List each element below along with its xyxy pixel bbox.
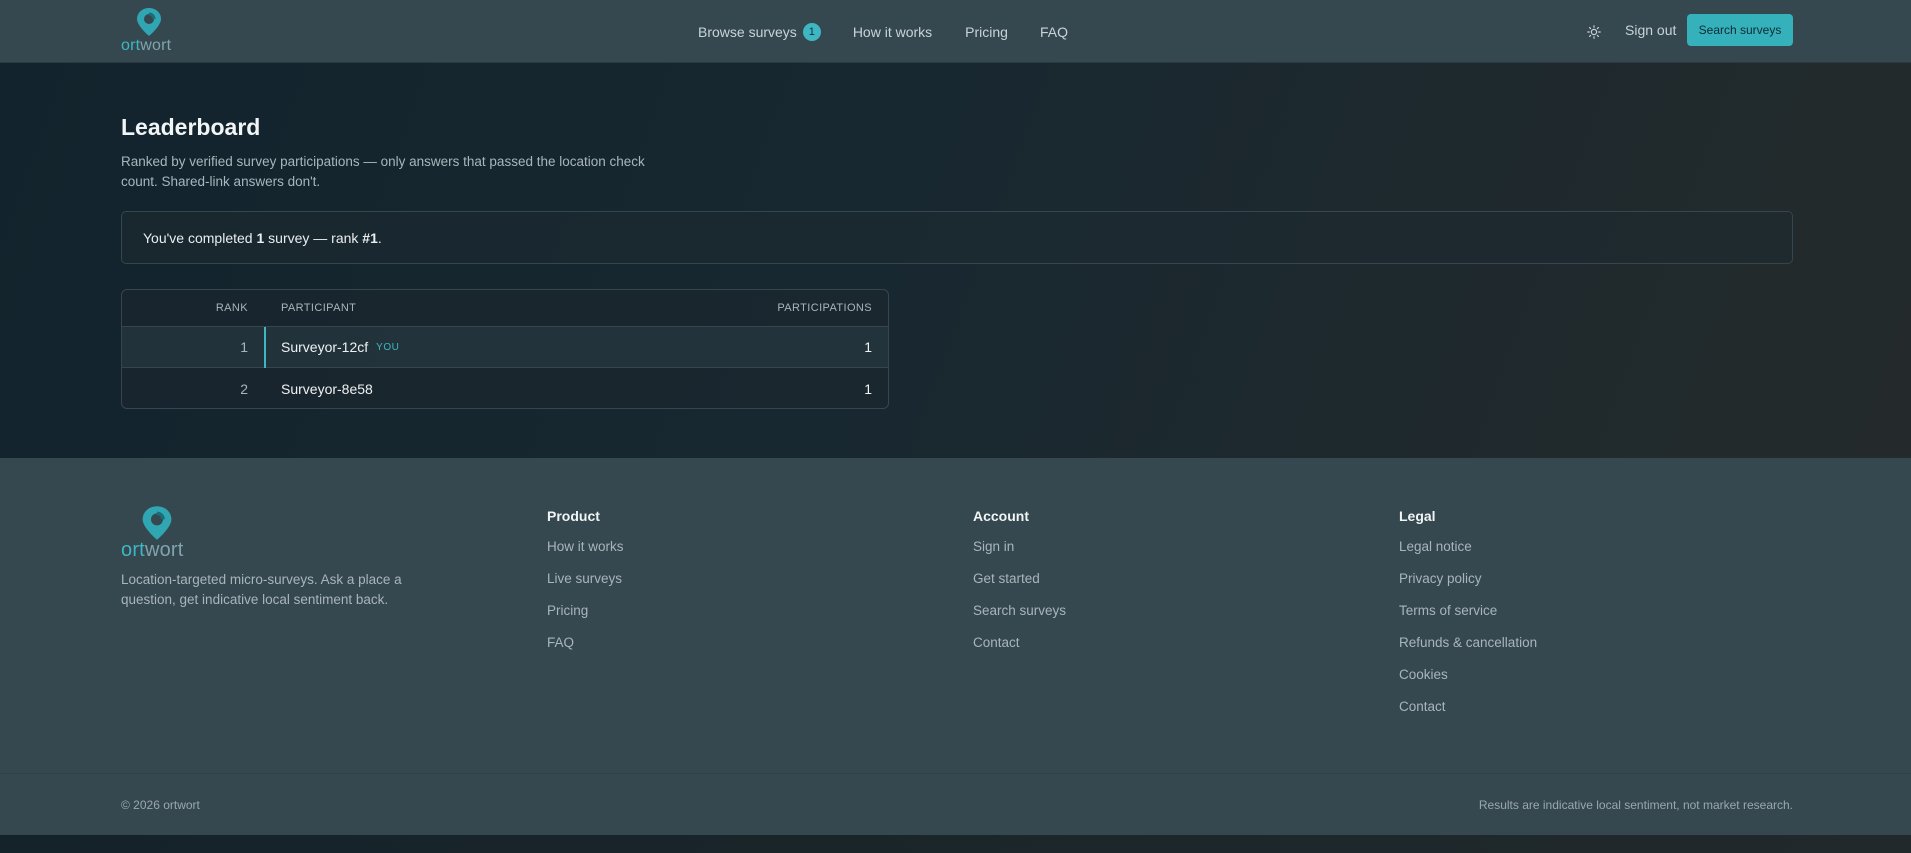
footer-logo-text-part2: wort <box>144 539 184 561</box>
footer-link-refunds[interactable]: Refunds & cancellation <box>1399 634 1537 666</box>
rank-summary-count: 1 <box>256 229 265 246</box>
footer-link-how-it-works[interactable]: How it works <box>547 538 624 570</box>
footer-link-legal-notice[interactable]: Legal notice <box>1399 538 1537 570</box>
footer-link-sign-in[interactable]: Sign in <box>973 538 1066 570</box>
footer-column-legal: Legal Legal notice Privacy policy Terms … <box>1399 508 1537 730</box>
column-header-participations: PARTICIPATIONS <box>777 302 872 314</box>
page-subtitle: Ranked by verified survey participations… <box>121 154 645 189</box>
logo[interactable]: ortwort <box>121 7 181 55</box>
logo-text-part1: ort <box>121 37 141 54</box>
rank-summary-middle: survey — rank <box>264 229 363 246</box>
copyright: © 2026 ortwort <box>121 798 200 812</box>
row-participant: Surveyor-12cf <box>281 339 369 355</box>
sun-icon <box>1587 25 1601 39</box>
column-header-participant: PARTICIPANT <box>281 302 357 314</box>
current-user-indicator <box>264 327 266 368</box>
you-tag: YOU <box>376 341 400 353</box>
footer-link-search-surveys[interactable]: Search surveys <box>973 602 1066 634</box>
table-header: RANK PARTICIPANT PARTICIPATIONS <box>122 290 888 327</box>
footer-tagline: Location-targeted micro-surveys. Ask a p… <box>121 572 402 607</box>
page-title: Leaderboard <box>121 114 261 140</box>
main-content: Leaderboard Ranked by verified survey pa… <box>0 63 1911 458</box>
table-row: 2 Surveyor-8e58 1 <box>122 368 888 408</box>
nav-pricing[interactable]: Pricing <box>965 24 1008 40</box>
footer-column-title: Legal <box>1399 508 1436 524</box>
row-rank: 2 <box>240 380 248 397</box>
footer-link-get-started[interactable]: Get started <box>973 570 1066 602</box>
disclaimer: Results are indicative local sentiment, … <box>1478 798 1793 812</box>
row-participant: Surveyor-8e58 <box>281 380 373 397</box>
browse-count-badge: 1 <box>802 22 821 41</box>
column-header-rank: RANK <box>215 302 248 314</box>
row-participations: 1 <box>864 380 872 397</box>
row-participations: 1 <box>864 339 872 355</box>
footer-column-account: Account Sign in Get started Search surve… <box>973 508 1066 666</box>
site-header: ortwort Browse surveys 1 How it works Pr… <box>0 0 1911 63</box>
rank-summary-rank: #1 <box>362 229 378 246</box>
rank-summary-box: You've completed 1 survey — rank #1. <box>121 211 1793 264</box>
footer-link-live-surveys[interactable]: Live surveys <box>547 570 624 602</box>
nav-browse-surveys[interactable]: Browse surveys 1 <box>698 22 821 41</box>
page-bottom-strip <box>0 835 1911 853</box>
footer-column-product: Product How it works Live surveys Pricin… <box>547 508 624 666</box>
nav-faq[interactable]: FAQ <box>1040 24 1068 40</box>
footer-logo-text-part1: ort <box>121 539 145 561</box>
site-footer: ortwort Location-targeted micro-surveys.… <box>0 458 1911 835</box>
footer-link-privacy-policy[interactable]: Privacy policy <box>1399 570 1537 602</box>
sign-out-link[interactable]: Sign out <box>1625 22 1676 38</box>
footer-link-contact[interactable]: Contact <box>1399 698 1537 730</box>
search-surveys-button[interactable]: Search surveys <box>1687 14 1793 46</box>
footer-link-terms-of-service[interactable]: Terms of service <box>1399 602 1537 634</box>
footer-bottom-bar: © 2026 ortwort Results are indicative lo… <box>0 773 1911 835</box>
footer-link-cookies[interactable]: Cookies <box>1399 666 1537 698</box>
logo-text-part2: wort <box>140 37 172 54</box>
main-nav: Browse surveys 1 How it works Pricing FA… <box>698 0 1068 63</box>
location-pin-logo-icon <box>137 8 161 36</box>
leaderboard-table: RANK PARTICIPANT PARTICIPATIONS 1 Survey… <box>121 289 889 409</box>
footer-column-title: Product <box>547 508 600 524</box>
nav-how-it-works[interactable]: How it works <box>853 24 932 40</box>
rank-summary-suffix: . <box>377 229 382 246</box>
location-pin-logo-icon <box>142 506 172 540</box>
rank-summary-prefix: You've completed <box>143 229 257 246</box>
nav-browse-surveys-label: Browse surveys <box>698 23 797 40</box>
theme-toggle-button[interactable] <box>1581 19 1607 45</box>
table-row: 1 Surveyor-12cf YOU 1 <box>122 327 888 368</box>
row-rank: 1 <box>240 339 248 355</box>
footer-link-contact[interactable]: Contact <box>973 634 1066 666</box>
footer-column-title: Account <box>973 508 1029 524</box>
footer-link-faq[interactable]: FAQ <box>547 634 624 666</box>
footer-link-pricing[interactable]: Pricing <box>547 602 624 634</box>
footer-logo[interactable]: ortwort <box>121 504 201 562</box>
